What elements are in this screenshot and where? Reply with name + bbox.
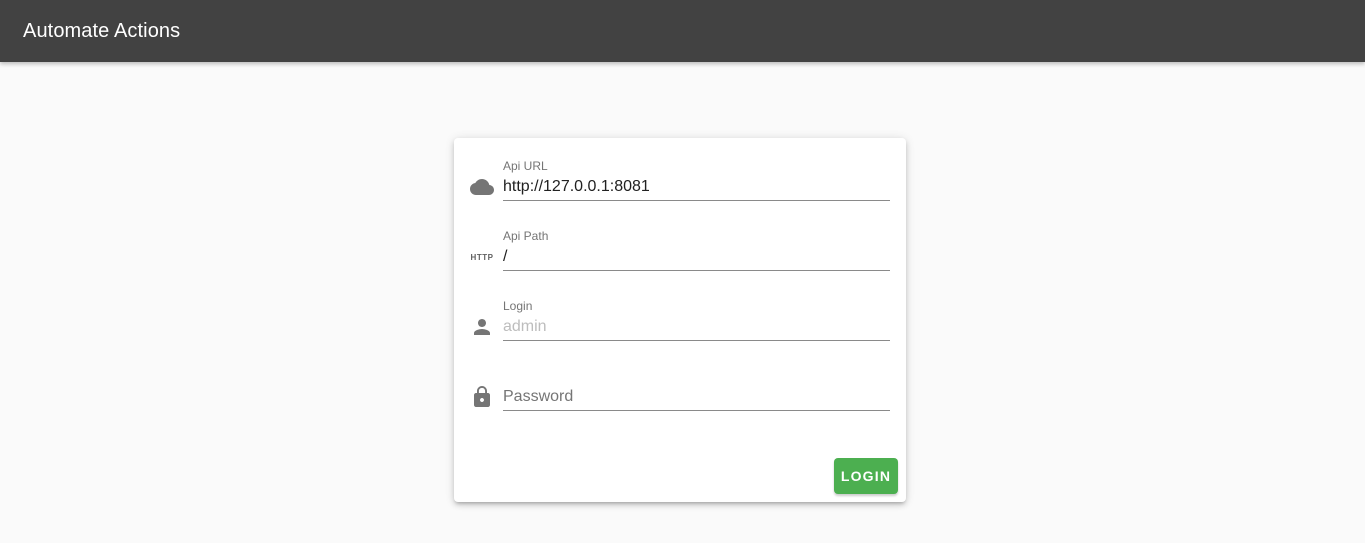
password-input[interactable]: [503, 383, 890, 411]
login-field: Login: [454, 298, 906, 368]
person-icon: [470, 315, 494, 339]
api-url-field: Api URL: [454, 158, 906, 228]
app-bar: Automate Actions: [0, 0, 1365, 62]
login-button[interactable]: LOGIN: [834, 458, 898, 494]
cloud-icon: [470, 175, 494, 199]
password-field: [454, 368, 906, 438]
http-icon-text: HTTP: [470, 252, 494, 262]
api-path-field: Api Path HTTP: [454, 228, 906, 298]
login-input[interactable]: [503, 313, 890, 341]
api-path-label: Api Path: [503, 229, 549, 243]
login-label: Login: [503, 299, 533, 313]
api-path-input[interactable]: [503, 243, 890, 271]
api-url-input[interactable]: [503, 173, 890, 201]
api-url-label: Api URL: [503, 159, 548, 173]
http-icon: HTTP: [470, 245, 494, 269]
login-card: Api URL Api Path HTTP Login LOGIN: [454, 138, 906, 502]
lock-icon: [470, 385, 494, 409]
app-title: Automate Actions: [23, 19, 181, 42]
